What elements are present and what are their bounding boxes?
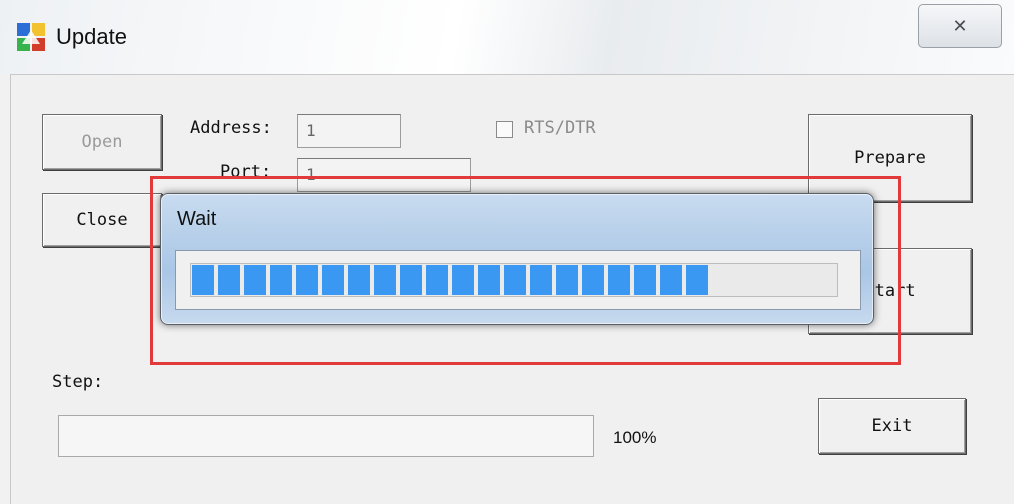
progress-percent: 100%	[613, 428, 657, 447]
title-bar[interactable]: Update ✕	[0, 0, 1014, 74]
update-app-icon	[17, 23, 45, 51]
window-close-button[interactable]: ✕	[918, 4, 1002, 48]
window-title: Update	[56, 24, 127, 49]
address-input[interactable]: 1	[297, 114, 401, 148]
exit-button[interactable]: Exit	[818, 398, 966, 454]
close-button[interactable]: Close	[42, 193, 162, 247]
step-progress-bar	[58, 415, 594, 457]
rts-dtr-label: RTS/DTR	[524, 118, 596, 138]
step-label: Step:	[52, 372, 104, 392]
address-label: Address:	[190, 118, 272, 138]
open-button[interactable]: Open	[42, 114, 162, 170]
close-icon: ✕	[952, 15, 968, 37]
rts-dtr-checkbox[interactable]	[496, 121, 513, 138]
highlight-annotation-box	[150, 176, 901, 365]
update-window: Update ✕ Open Close Address: 1 Port: 1 R…	[0, 0, 1014, 504]
